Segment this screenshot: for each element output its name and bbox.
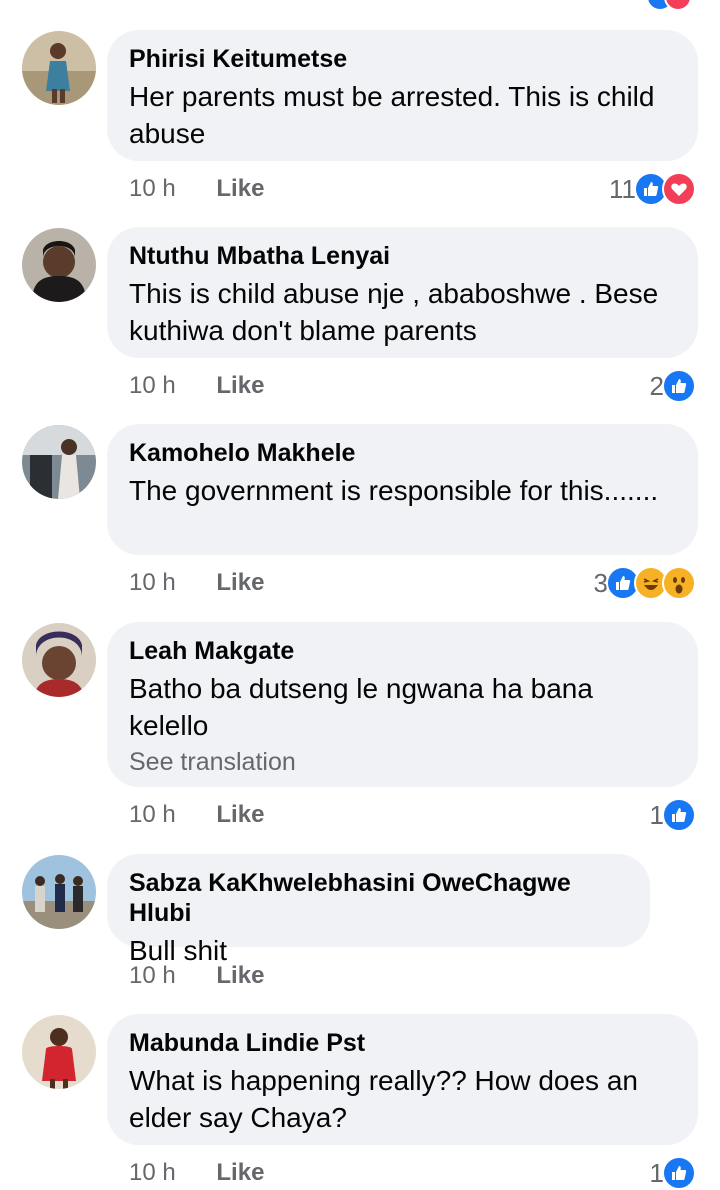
comment-bubble: Ntuthu Mbatha Lenyai This is child abuse… [107, 227, 698, 358]
comment-text: Her parents must be arrested. This is ch… [129, 81, 655, 149]
comment-meta: 10 h Like [129, 962, 264, 990]
like-icon [662, 798, 696, 832]
love-icon [662, 172, 696, 206]
comment-time[interactable]: 10 h [129, 1159, 176, 1186]
avatar[interactable] [22, 31, 96, 105]
comment-text: What is happening really?? How does an e… [129, 1065, 638, 1133]
comment-bubble: Mabunda Lindie Pst What is happening rea… [107, 1014, 698, 1145]
like-button[interactable]: Like [216, 569, 264, 596]
comment-bubble: Leah Makgate Batho ba dutseng le ngwana … [107, 622, 698, 787]
comment-author[interactable]: Leah Makgate [129, 636, 676, 666]
comment-meta: 10 h Like [129, 372, 264, 400]
comment-time[interactable]: 10 h [129, 801, 176, 828]
avatar[interactable] [22, 1015, 96, 1089]
reaction-summary[interactable]: 3 [594, 566, 696, 600]
reaction-summary[interactable]: 2 [650, 369, 696, 403]
comment-author[interactable]: Ntuthu Mbatha Lenyai [129, 241, 676, 271]
like-button[interactable]: Like [216, 372, 264, 399]
comment-meta: 10 h Like [129, 175, 264, 203]
avatar[interactable] [22, 228, 96, 302]
comment-author[interactable]: Kamohelo Makhele [129, 438, 676, 468]
comment-time[interactable]: 10 h [129, 569, 176, 596]
comment-author[interactable]: Sabza KaKhwelebhasini OweChagwe Hlubi [129, 868, 628, 928]
comment-meta: 10 h Like [129, 1159, 264, 1187]
comment-text: Batho ba dutseng le ngwana ha bana kelel… [129, 673, 593, 741]
avatar[interactable] [22, 623, 96, 697]
comment-text: This is child abuse nje , ababoshwe . Be… [129, 278, 659, 346]
comment-text: The government is responsible for this..… [129, 475, 659, 506]
comment-meta: 10 h Like [129, 569, 264, 597]
like-button[interactable]: Like [216, 801, 264, 828]
like-button[interactable]: Like [216, 1159, 264, 1186]
comment-bubble: Kamohelo Makhele The government is respo… [107, 424, 698, 555]
top-reaction-icons [646, 0, 692, 17]
reaction-summary[interactable]: 1 [650, 798, 696, 832]
like-button[interactable]: Like [216, 962, 264, 989]
comment-bubble: Sabza KaKhwelebhasini OweChagwe Hlubi Bu… [107, 854, 650, 966]
comment-time[interactable]: 10 h [129, 175, 176, 202]
comment-time[interactable]: 10 h [129, 372, 176, 399]
wow-icon [662, 566, 696, 600]
comment-bubble: Phirisi Keitumetse Her parents must be a… [107, 30, 698, 161]
see-translation-link[interactable]: See translation [129, 746, 676, 778]
comment-time[interactable]: 10 h [129, 962, 176, 989]
like-button[interactable]: Like [216, 175, 264, 202]
avatar[interactable] [22, 425, 96, 499]
comment-author[interactable]: Mabunda Lindie Pst [129, 1028, 676, 1058]
reaction-count: 11 [609, 173, 636, 204]
reaction-summary[interactable]: 11 [609, 172, 696, 206]
comment-author[interactable]: Phirisi Keitumetse [129, 44, 676, 74]
reaction-summary[interactable]: 1 [650, 1156, 696, 1190]
like-icon [662, 1156, 696, 1190]
like-icon [662, 369, 696, 403]
avatar[interactable] [22, 855, 96, 929]
comment-meta: 10 h Like [129, 801, 264, 829]
